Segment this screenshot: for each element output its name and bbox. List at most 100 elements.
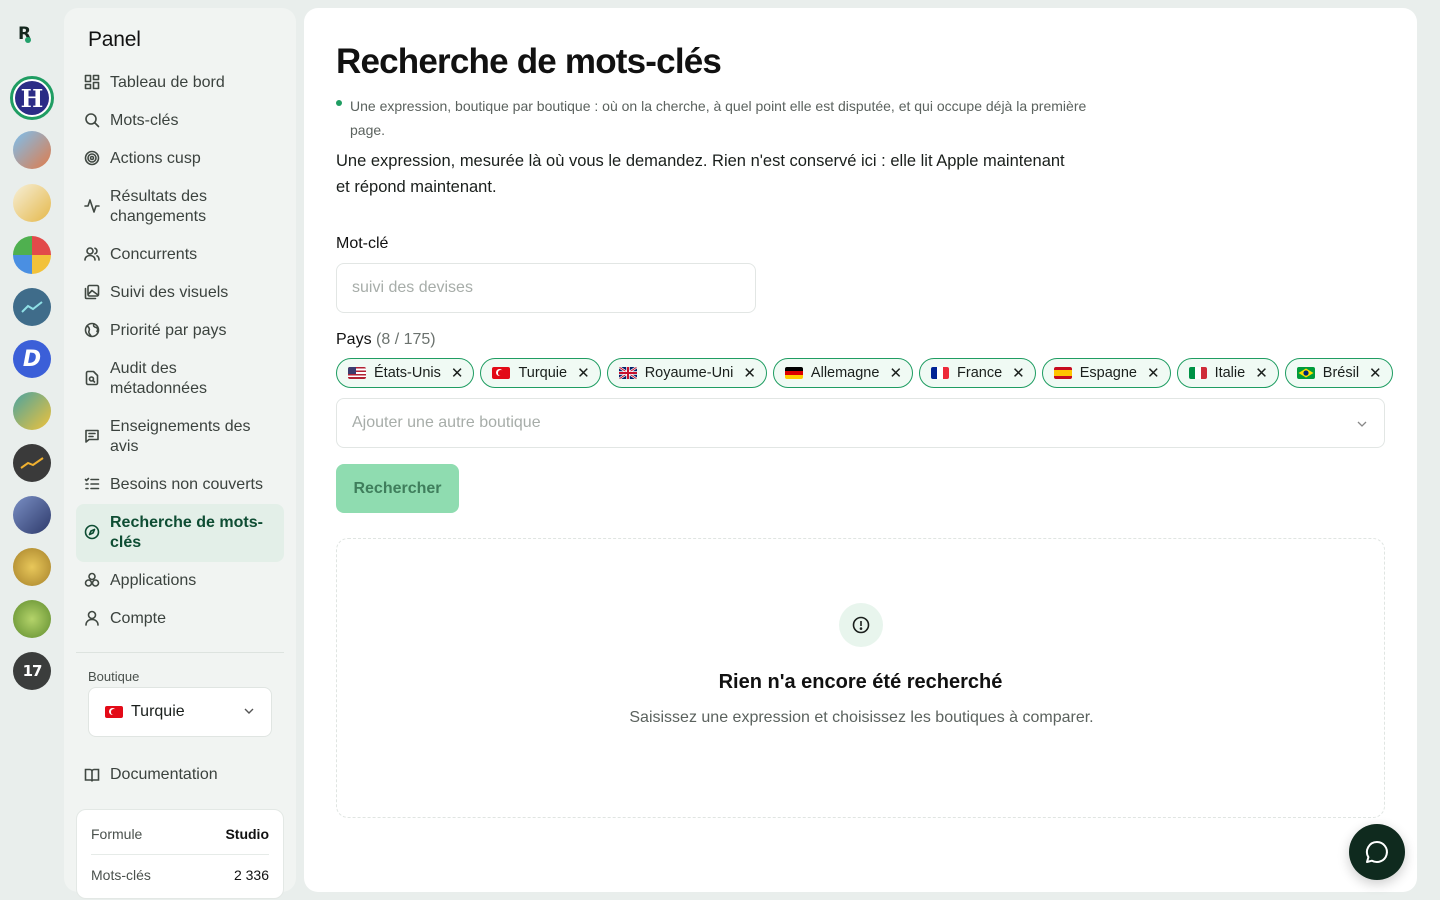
app-avatar-5[interactable] — [13, 288, 51, 326]
chip-label: Brésil — [1322, 365, 1360, 381]
sidebar-item-keywords[interactable]: Mots-clés — [76, 102, 284, 140]
remove-icon[interactable]: ✕ — [577, 366, 590, 381]
keywords-quota-row: Mots-clés 2 336 — [91, 867, 269, 883]
search-button[interactable]: Rechercher — [336, 464, 459, 513]
app-avatar-7[interactable] — [13, 392, 51, 430]
user-icon — [84, 610, 100, 626]
dashboard-icon — [84, 74, 100, 90]
sidebar-item-label: Besoins non couverts — [110, 476, 263, 493]
country-label: Pays (8 / 175) — [336, 331, 436, 349]
remove-icon[interactable]: ✕ — [1369, 366, 1382, 381]
list-check-icon — [84, 476, 100, 492]
country-chips: États-Unis ✕ Turquie ✕ Royaume-Uni ✕ All… — [336, 358, 1393, 388]
turkey-flag-icon — [492, 367, 511, 379]
chip-label: Allemagne — [810, 365, 880, 381]
compass-icon — [84, 524, 100, 540]
chip-label: États-Unis — [374, 365, 441, 381]
sidebar-item-label: Résultats des changements — [110, 188, 207, 225]
sidebar-item-account[interactable]: Compte — [76, 600, 284, 638]
documentation-label: Documentation — [110, 766, 218, 783]
sidebar-divider — [76, 652, 284, 653]
main-content: Recherche de mots-clés Une expression, b… — [304, 8, 1417, 892]
remove-icon[interactable]: ✕ — [743, 366, 756, 381]
sidebar-item-label: Tableau de bord — [110, 74, 225, 91]
sidebar-item-dashboard[interactable]: Tableau de bord — [76, 64, 284, 102]
sidebar-item-label: Actions cusp — [110, 150, 201, 167]
app-avatar-11[interactable] — [13, 600, 51, 638]
empty-state-title: Rien n'a encore été recherché — [718, 671, 1003, 693]
france-flag-icon — [931, 367, 950, 379]
plan-label: Formule — [91, 826, 143, 842]
search-icon — [84, 112, 100, 128]
sidebar-item-label: Priorité par pays — [110, 322, 227, 339]
sidebar-item-keyword-research[interactable]: Recherche de mots-clés — [76, 504, 284, 562]
remove-icon[interactable]: ✕ — [1147, 366, 1160, 381]
keyword-input[interactable] — [336, 263, 756, 313]
app-avatar-3[interactable] — [13, 184, 51, 222]
chat-bubble-icon — [1365, 840, 1388, 863]
sidebar-item-change-results[interactable]: Résultats des changements — [76, 178, 284, 236]
chip-label: France — [957, 365, 1003, 381]
panel-title: Panel — [88, 28, 141, 51]
sidebar-item-label: Concurrents — [110, 246, 198, 263]
turkey-flag-icon — [105, 706, 123, 718]
brazil-flag-icon — [1296, 367, 1315, 379]
app-avatar-4[interactable] — [13, 236, 51, 274]
uk-flag-icon — [618, 367, 637, 379]
sidebar: Panel Tableau de bord Mots-clés Actions … — [64, 8, 296, 899]
page-subtitle: Une expression, boutique par boutique : … — [350, 98, 1087, 138]
sidebar-nav: Tableau de bord Mots-clés Actions cusp R… — [76, 64, 284, 638]
country-chip-fr[interactable]: France ✕ — [919, 358, 1036, 388]
apps-icon — [84, 572, 100, 588]
documentation-link[interactable]: Documentation — [84, 766, 218, 784]
sidebar-item-review-insights[interactable]: Enseignements des avis — [76, 408, 284, 466]
empty-state: Rien n'a encore été recherché Saisissez … — [336, 538, 1385, 818]
store-select-value: Turquie — [131, 703, 185, 720]
app-avatar-h[interactable]: H — [10, 76, 54, 120]
store-select[interactable]: Turquie — [88, 687, 272, 737]
images-icon — [84, 284, 100, 300]
remove-icon[interactable]: ✕ — [451, 366, 464, 381]
app-avatar-10[interactable] — [13, 548, 51, 586]
remove-icon[interactable]: ✕ — [889, 366, 902, 381]
sidebar-item-competitors[interactable]: Concurrents — [76, 236, 284, 274]
app-avatar-8[interactable] — [13, 444, 51, 482]
country-chip-gb[interactable]: Royaume-Uni ✕ — [606, 358, 767, 388]
country-chip-es[interactable]: Espagne ✕ — [1041, 358, 1171, 388]
app-avatar-9[interactable] — [13, 496, 51, 534]
sidebar-item-unmet-needs[interactable]: Besoins non couverts — [76, 466, 284, 504]
country-chip-tr[interactable]: Turquie ✕ — [480, 358, 601, 388]
sidebar-item-country-priority[interactable]: Priorité par pays — [76, 312, 284, 350]
germany-flag-icon — [784, 367, 803, 379]
chip-label: Royaume-Uni — [644, 365, 734, 381]
sidebar-item-cusp-actions[interactable]: Actions cusp — [76, 140, 284, 178]
country-chip-us[interactable]: États-Unis ✕ — [336, 358, 475, 388]
country-chip-br[interactable]: Brésil ✕ — [1284, 358, 1393, 388]
page-lead: Une expression, mesurée là où vous le de… — [336, 152, 1065, 196]
sidebar-item-applications[interactable]: Applications — [76, 562, 284, 600]
target-icon — [84, 150, 100, 166]
bullet-dot — [336, 100, 342, 106]
app-avatar-12[interactable]: 17 — [13, 652, 51, 690]
sidebar-item-label: Compte — [110, 610, 167, 627]
brand-logo[interactable]: R — [18, 24, 38, 46]
country-chip-de[interactable]: Allemagne ✕ — [772, 358, 914, 388]
sidebar-item-label: Audit des métadonnées — [110, 360, 207, 397]
remove-icon[interactable]: ✕ — [1012, 366, 1025, 381]
sidebar-item-visual-tracking[interactable]: Suivi des visuels — [76, 274, 284, 312]
empty-state-text: Saisissez une expression et choisissez l… — [629, 709, 1094, 726]
remove-icon[interactable]: ✕ — [1255, 366, 1268, 381]
book-icon — [84, 768, 100, 782]
country-label-text: Pays — [336, 331, 372, 348]
add-store-select[interactable]: Ajouter une autre boutique — [336, 398, 1385, 448]
chat-button[interactable] — [1349, 824, 1405, 880]
country-chip-it[interactable]: Italie ✕ — [1176, 358, 1279, 388]
add-store-placeholder: Ajouter une autre boutique — [352, 414, 541, 431]
app-avatar-2[interactable] — [13, 131, 51, 169]
keyword-label: Mot-clé — [336, 235, 389, 252]
app-avatar-6[interactable]: D — [13, 340, 51, 378]
sidebar-item-metadata-audit[interactable]: Audit des métadonnées — [76, 350, 284, 408]
chip-label: Espagne — [1079, 365, 1137, 381]
chip-label: Turquie — [518, 365, 568, 381]
plan-summary: Formule Studio Mots-clés 2 336 — [76, 809, 284, 899]
